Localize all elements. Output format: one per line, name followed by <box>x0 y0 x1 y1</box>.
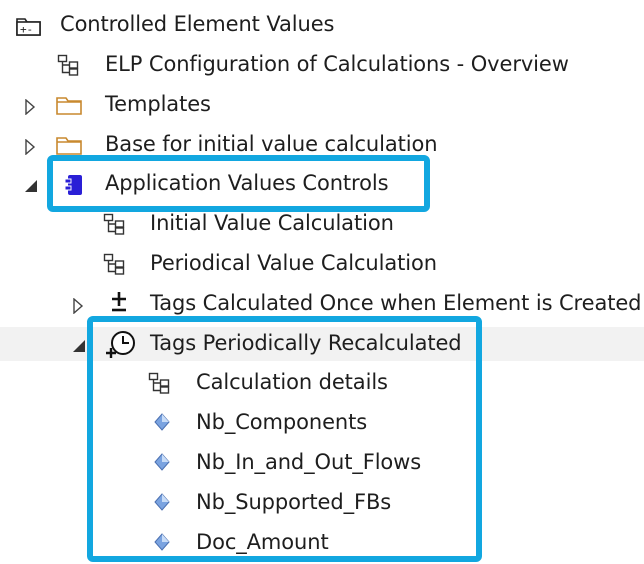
folder-icon <box>56 97 82 115</box>
tree-item-label: Calculation details <box>196 370 388 394</box>
package-folder-icon: +- <box>16 18 41 36</box>
chevron-right-icon[interactable] <box>72 298 84 314</box>
tree-item-elp-overview[interactable]: ELP Configuration of Calculations - Over… <box>0 48 644 82</box>
tree-item-tags-calculated-once[interactable]: Tags Calculated Once when Element is Cre… <box>0 287 644 321</box>
tree-item-tags-periodically-recalculated[interactable]: Tags Periodically Recalculated <box>0 327 644 361</box>
folder-icon <box>56 137 82 155</box>
chevron-right-icon[interactable] <box>24 99 36 115</box>
attribute-diamond-icon <box>154 453 170 471</box>
tree-item-initial-value-calc[interactable]: Initial Value Calculation <box>0 207 644 241</box>
component-icon <box>64 175 82 195</box>
tree-item-label: Templates <box>105 92 211 116</box>
tree-item-attribute[interactable]: Nb_In_and_Out_Flows <box>0 446 644 480</box>
tree-item-label: Base for initial value calculation <box>105 132 438 156</box>
expanded-triangle-icon[interactable] <box>72 339 86 353</box>
tree-item-attribute[interactable]: Doc_Amount <box>0 526 644 560</box>
tree-item-attribute[interactable]: Nb_Components <box>0 406 644 440</box>
tree-item-label: Initial Value Calculation <box>150 211 394 235</box>
tree-item-periodical-value-calc[interactable]: Periodical Value Calculation <box>0 247 644 281</box>
clock-plus-icon <box>106 331 135 358</box>
tree-item-templates[interactable]: Templates <box>0 88 644 122</box>
tree-root-label: Controlled Element Values <box>60 12 335 36</box>
tree-item-label: Nb_Supported_FBs <box>196 490 392 514</box>
tree-item-application-values-controls[interactable]: Application Values Controls <box>0 167 644 201</box>
tree-item-label: ELP Configuration of Calculations - Over… <box>105 52 569 76</box>
diagram-icon <box>57 54 79 76</box>
tree-item-label: Doc_Amount <box>196 530 329 554</box>
attribute-diamond-icon <box>154 533 170 551</box>
tree-root-row[interactable]: +- Controlled Element Values <box>0 8 644 42</box>
tree-item-attribute[interactable]: Nb_Supported_FBs <box>0 486 644 520</box>
diagram-icon <box>103 253 125 275</box>
tree-item-label: Tags Calculated Once when Element is Cre… <box>150 291 642 315</box>
diagram-icon <box>103 213 125 235</box>
tree-item-label: Nb_Components <box>196 410 368 434</box>
attribute-diamond-icon <box>154 493 170 511</box>
tree-item-label: Tags Periodically Recalculated <box>150 331 462 355</box>
attribute-diamond-icon <box>154 413 170 431</box>
expanded-triangle-icon[interactable] <box>24 179 38 193</box>
tree-item-base-initial[interactable]: Base for initial value calculation <box>0 128 644 162</box>
tree-item-label: Nb_In_and_Out_Flows <box>196 450 422 474</box>
tree-item-label: Application Values Controls <box>105 171 389 195</box>
diagram-icon <box>148 372 170 394</box>
tree-item-calculation-details[interactable]: Calculation details <box>0 366 644 400</box>
tree-item-label: Periodical Value Calculation <box>150 251 437 275</box>
chevron-right-icon[interactable] <box>24 139 36 155</box>
plus-icon <box>112 292 126 312</box>
svg-text:+-: +- <box>20 23 33 36</box>
